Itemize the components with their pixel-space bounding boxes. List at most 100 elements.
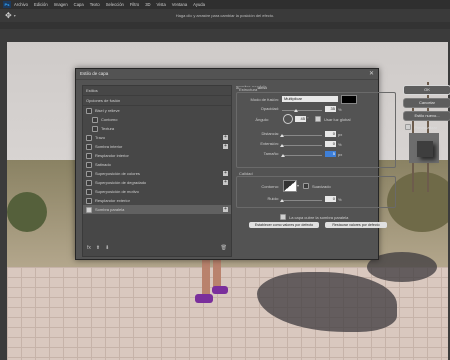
shadow-color-swatch[interactable] [341,95,357,104]
styles-item-stroke[interactable]: Trazo + [83,133,231,142]
checkbox-checked[interactable] [405,124,411,130]
fx-icon[interactable]: fx [87,245,91,251]
styles-item-drop-shadow[interactable]: Sombra paralela + [83,205,231,214]
styles-item-label: Superposición de motivo [95,189,139,194]
checkbox-checked[interactable] [86,206,92,213]
styles-item-blending-options[interactable]: Opciones de fusión [83,96,231,106]
distance-unit: px [338,132,343,137]
checkbox[interactable] [92,116,98,123]
preview-label: Previsualizar [414,124,437,130]
menu-edicion[interactable]: Edición [34,2,48,7]
noise-input[interactable]: 0 [325,196,336,202]
spread-slider-knob[interactable] [280,144,284,147]
checkbox[interactable] [86,170,92,177]
distance-input[interactable]: 0 [325,131,336,137]
distance-slider[interactable] [282,135,322,136]
checkbox-checked[interactable] [315,116,321,122]
cancel-button[interactable]: Cancelar [403,98,450,108]
add-icon[interactable]: + [223,207,228,212]
add-icon[interactable]: + [223,180,228,185]
blend-mode-select[interactable]: Multiplicar [282,96,338,102]
menu-archivo[interactable]: Archivo [14,2,28,7]
checkbox[interactable] [303,183,309,189]
styles-item-color-overlay[interactable]: Superposición de colores + [83,169,231,178]
opacity-slider-knob[interactable] [294,109,298,112]
checkbox-checked[interactable] [280,214,286,220]
angle-dial[interactable] [283,114,293,124]
checkbox[interactable] [92,125,98,132]
menu-ayuda[interactable]: Ayuda [193,2,205,7]
blend-mode-label: Modo de fusión: [250,97,279,102]
contour-preview[interactable] [283,180,297,192]
menu-filtro[interactable]: Filtro [130,2,139,7]
checkbox[interactable] [86,197,92,204]
checkbox[interactable] [86,188,92,195]
checkbox[interactable] [86,161,92,168]
styles-item-label: Opciones de fusión [86,98,121,103]
styles-item-label: Superposición de colores [95,171,140,176]
size-input[interactable]: 5 [325,151,336,157]
antialias-checkbox[interactable]: Suavizado [303,183,331,189]
styles-list: Estilos Opciones de fusión Bisel y relie… [82,85,232,257]
ok-button[interactable]: OK [403,85,450,95]
knockout-checkbox[interactable]: La capa cubre la sombra paralela [280,214,348,220]
menu-vista[interactable]: Vista [157,2,166,7]
styles-item-bevel[interactable]: Bisel y relieve [83,106,231,115]
checkbox[interactable] [86,134,92,141]
styles-item-inner-shadow[interactable]: Sombra interior + [83,142,231,151]
arrow-up-icon[interactable]: ⬆ [96,245,100,251]
structure-group: Estructura Modo de fusión: Multiplicar O… [236,87,396,168]
styles-item-contour[interactable]: Contorno [83,115,231,124]
photoshop-logo-icon: Ps [3,1,11,8]
reset-default-button[interactable]: Restaurar valores por defecto [325,222,387,228]
menu-seleccion[interactable]: Selección [106,2,124,7]
styles-item-outer-glow[interactable]: Resplandor exterior [83,196,231,205]
add-icon[interactable]: + [223,171,228,176]
chevron-down-icon[interactable]: ▾ [297,183,299,188]
styles-item-texture[interactable]: Textura [83,124,231,133]
opacity-slider[interactable] [282,110,322,111]
noise-slider-knob[interactable] [280,199,284,202]
photo-bush [7,192,47,232]
options-hint: Haga clic y arrastre para cambiar la pos… [175,13,275,18]
antialias-label: Suavizado [312,183,331,189]
dialog-title-bar[interactable]: Estilo de capa ✕ [76,69,378,80]
size-slider-knob[interactable] [280,154,285,157]
global-light-checkbox[interactable]: Usar luz global [315,116,350,122]
checkbox[interactable] [86,179,92,186]
arrow-down-icon[interactable]: ⬇ [105,245,109,251]
make-default-button[interactable]: Establecer como valores por defecto [249,222,319,228]
new-style-button[interactable]: Estilo nuevo... [403,111,450,121]
checkbox[interactable] [86,107,92,114]
spread-input[interactable]: 0 [325,141,336,147]
spread-slider[interactable] [282,145,322,146]
menu-capa[interactable]: Capa [74,2,84,7]
trash-icon[interactable]: 🗑 [221,245,227,251]
angle-input[interactable]: 45 [295,116,306,122]
spread-unit: % [338,142,342,147]
styles-item-label: Trazo [95,135,106,140]
distance-slider-knob[interactable] [280,134,284,137]
checkbox[interactable] [86,152,92,159]
preview-checkbox[interactable]: Previsualizar [405,124,437,130]
opacity-input[interactable]: 35 [325,106,336,112]
menu-imagen[interactable]: Imagen [54,2,68,7]
styles-item-label: Bisel y relieve [95,108,120,113]
menu-ventana[interactable]: Ventana [172,2,187,7]
menu-3d[interactable]: 3D [145,2,150,7]
styles-item-satin[interactable]: Satinado [83,160,231,169]
styles-item-gradient-overlay[interactable]: Superposición de degradado + [83,178,231,187]
add-icon[interactable]: + [223,144,228,149]
photo-leg [202,258,210,298]
size-slider[interactable] [282,155,322,156]
styles-item-estilos[interactable]: Estilos [83,86,231,96]
add-icon[interactable]: + [223,135,228,140]
quality-group: Calidad Contorno: ▾ Suavizado Ruido: 0 % [236,171,396,208]
close-icon[interactable]: ✕ [369,69,374,79]
noise-label: Ruido: [267,196,279,201]
checkbox[interactable] [86,143,92,150]
noise-slider[interactable] [282,200,322,201]
styles-item-inner-glow[interactable]: Resplandor interior [83,151,231,160]
styles-item-pattern-overlay[interactable]: Superposición de motivo [83,187,231,196]
menu-texto[interactable]: Texto [90,2,100,7]
